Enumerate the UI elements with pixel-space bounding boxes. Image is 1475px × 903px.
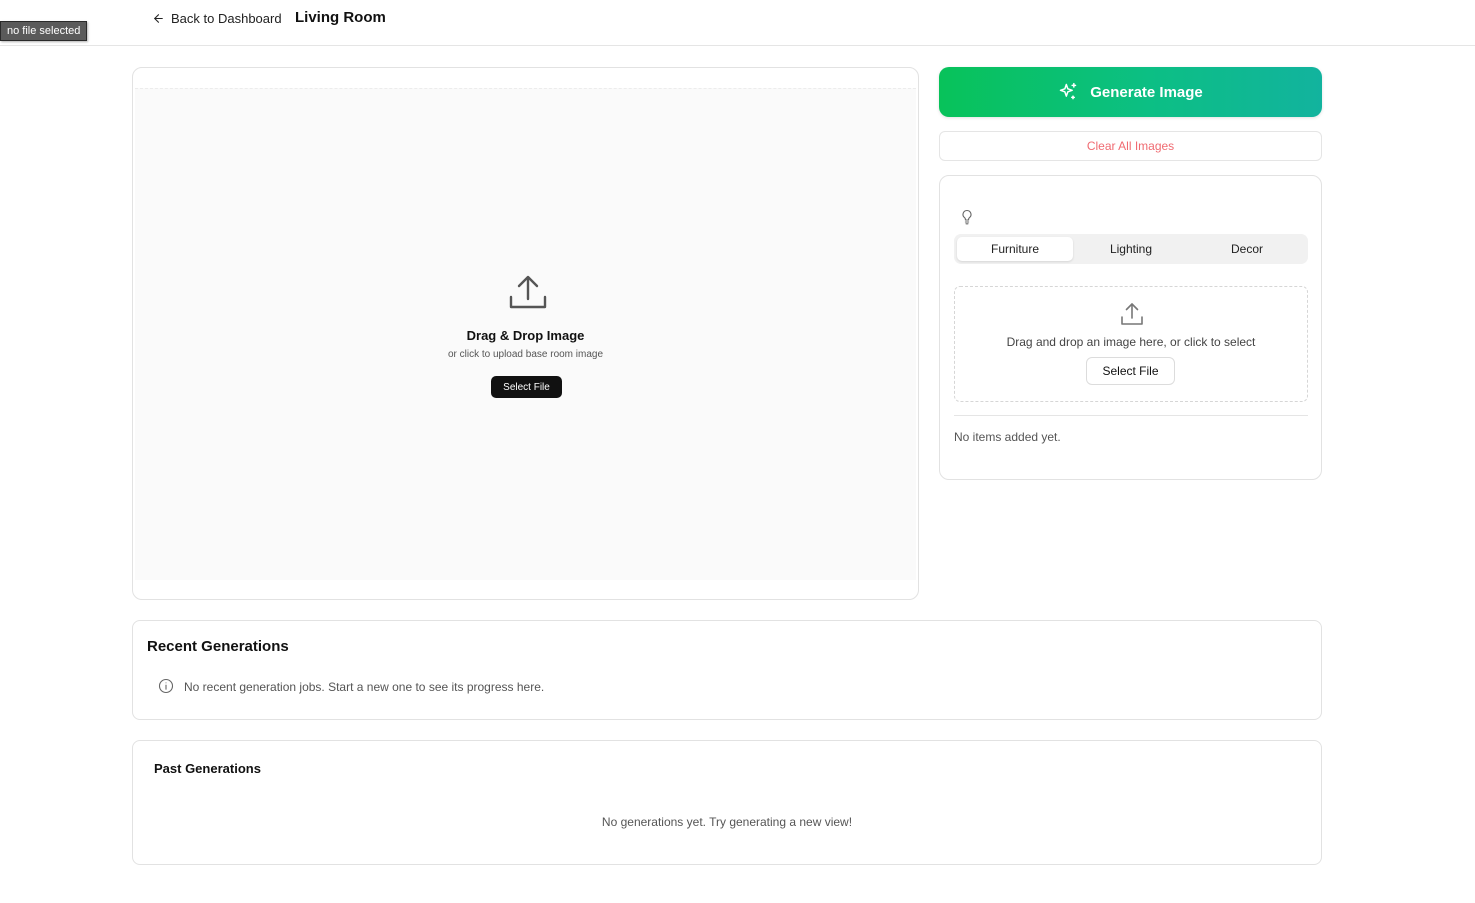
tab-decor[interactable]: Decor	[1189, 237, 1305, 261]
sparkles-icon	[1059, 82, 1077, 100]
select-base-file-button[interactable]: Select File	[491, 376, 562, 398]
past-empty-text: No generations yet. Try generating a new…	[601, 815, 853, 829]
items-panel: Furniture Lighting Decor Drag and drop a…	[939, 175, 1322, 480]
upload-icon	[1121, 303, 1143, 325]
recent-empty-text: No recent generation jobs. Start a new o…	[184, 680, 545, 694]
generate-image-button[interactable]: Generate Image	[939, 67, 1322, 117]
file-input-tooltip: no file selected	[0, 21, 88, 41]
lightbulb-icon	[962, 209, 972, 225]
divider	[954, 415, 1308, 416]
tab-lighting[interactable]: Lighting	[1073, 237, 1189, 261]
past-generations-card: Past Generations No generations yet. Try…	[132, 740, 1322, 865]
back-link-label: Back to Dashboard	[171, 10, 282, 26]
generate-label: Generate Image	[1090, 83, 1203, 101]
info-icon	[158, 678, 174, 694]
clear-all-images-button[interactable]: Clear All Images	[939, 131, 1322, 161]
recent-generations-card: Recent Generations No recent generation …	[132, 620, 1322, 720]
item-dropzone-text: Drag and drop an image here, or click to…	[1006, 335, 1256, 349]
item-category-tabs: Furniture Lighting Decor	[954, 234, 1308, 264]
items-empty-text: No items added yet.	[954, 430, 1061, 444]
item-dropzone[interactable]: Drag and drop an image here, or click to…	[954, 286, 1308, 402]
back-to-dashboard-link[interactable]: Back to Dashboard	[152, 9, 282, 27]
base-image-dropzone[interactable]: Drag & Drop Image or click to upload bas…	[135, 88, 916, 580]
top-bar: Back to Dashboard Living Room	[0, 0, 1475, 46]
dropzone-subtitle: or click to upload base room image	[447, 349, 604, 360]
recent-generations-title: Recent Generations	[147, 638, 289, 655]
past-generations-title: Past Generations	[154, 761, 261, 776]
tab-furniture[interactable]: Furniture	[957, 237, 1073, 261]
page-title: Living Room	[295, 9, 386, 26]
select-item-file-button[interactable]: Select File	[1086, 357, 1175, 385]
base-image-card: Drag & Drop Image or click to upload bas…	[132, 67, 919, 600]
dropzone-title: Drag & Drop Image	[466, 328, 585, 343]
upload-icon	[509, 275, 547, 309]
arrow-left-icon	[154, 13, 163, 23]
